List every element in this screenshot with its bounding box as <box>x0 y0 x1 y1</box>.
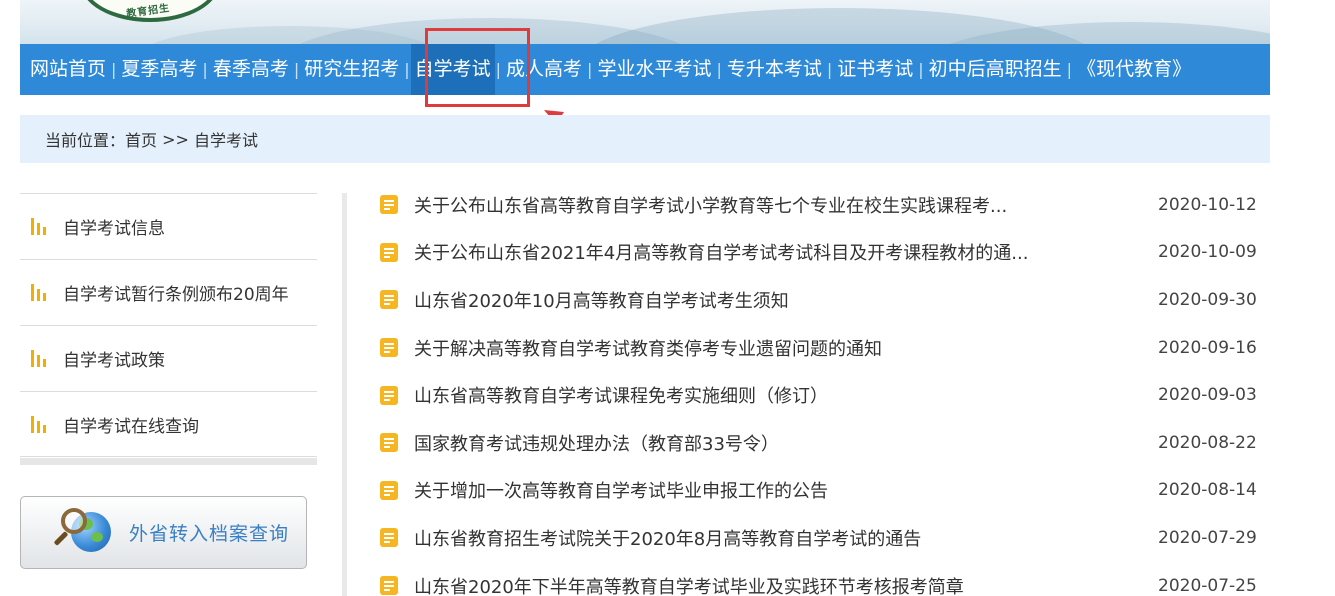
archive-query-label: 外省转入档案查询 <box>129 523 290 545</box>
nav-separator: | <box>495 60 502 79</box>
news-date: 2020-09-03 <box>1158 385 1257 406</box>
list-item[interactable]: 山东省2020年下半年高等教育自学考试毕业及实践环节考核报考简章 2020-07… <box>380 562 1260 596</box>
nav-separator: | <box>587 60 593 79</box>
nav-item-certificate-exam[interactable]: 证书考试 <box>833 44 917 95</box>
sidebar-item-label: 自学考试在线查询 <box>63 416 199 437</box>
list-item[interactable]: 关于公布山东省2021年4月高等教育自学考试考试科目及开考课程教材的通... 2… <box>380 229 1260 277</box>
news-date: 2020-09-30 <box>1158 289 1257 310</box>
news-title-link[interactable]: 山东省高等教育自学考试课程免考实施细则（修订） <box>414 382 1144 408</box>
news-title-link[interactable]: 国家教育考试违规处理办法（教育部33号令） <box>414 430 1144 456</box>
list-item[interactable]: 关于解决高等教育自学考试教育类停考专业遗留问题的通知 2020-09-16 <box>380 324 1260 372</box>
nav-item-spring-exam[interactable]: 春季高考 <box>209 44 293 95</box>
list-item[interactable]: 山东省2020年10月高等教育自学考试考生须知 2020-09-30 <box>380 276 1260 324</box>
nav-separator: | <box>918 60 924 79</box>
news-title-link[interactable]: 关于增加一次高等教育自学考试毕业申报工作的公告 <box>414 477 1144 503</box>
nav-separator: | <box>716 60 722 79</box>
list-item[interactable]: 山东省教育招生考试院关于2020年8月高等教育自学考试的通告 2020-07-2… <box>380 514 1260 562</box>
nav-separator: | <box>293 60 300 79</box>
globe-magnifier-icon <box>51 507 121 558</box>
bar-chart-icon <box>31 415 47 433</box>
bar-chart-icon <box>31 284 47 301</box>
document-icon <box>380 528 398 548</box>
news-title-link[interactable]: 关于公布山东省2021年4月高等教育自学考试考试科目及开考课程教材的通... <box>414 239 1144 265</box>
news-date: 2020-10-09 <box>1158 242 1257 263</box>
news-date: 2020-09-16 <box>1158 337 1257 358</box>
sidebar-item-label: 自学考试信息 <box>63 219 165 239</box>
news-date: 2020-07-25 <box>1158 575 1257 596</box>
nav-separator: | <box>111 60 117 79</box>
nav-item-summer-exam[interactable]: 夏季高考 <box>117 44 201 95</box>
document-icon <box>380 480 398 500</box>
news-title-link[interactable]: 关于公布山东省高等教育自学考试小学教育等七个专业在校生实践课程考... <box>414 192 1144 218</box>
news-date: 2020-08-22 <box>1158 432 1257 453</box>
sidebar-item-label: 自学考试暂行条例颁布20周年 <box>63 285 289 305</box>
document-icon <box>380 338 398 358</box>
sidebar-item-exam-info[interactable]: 自学考试信息 <box>20 193 317 259</box>
list-item[interactable]: 山东省高等教育自学考试课程免考实施细则（修订） 2020-09-03 <box>380 371 1260 419</box>
sidebar-item-regulations-anniversary[interactable]: 自学考试暂行条例颁布20周年 <box>20 259 317 325</box>
nav-item-self-study-exam[interactable]: 自学考试 <box>410 44 495 95</box>
bar-chart-icon <box>31 350 47 367</box>
document-icon <box>380 385 398 405</box>
nav-item-modern-education[interactable]: 《现代教育》 <box>1073 44 1195 95</box>
nav-item-proficiency-exam[interactable]: 学业水平考试 <box>593 44 715 95</box>
main-nav: 网站首页 | 夏季高考 | 春季高考 | 研究生招考 | 自学考试 | 成人高考… <box>20 44 1270 95</box>
news-title-link[interactable]: 关于解决高等教育自学考试教育类停考专业遗留问题的通知 <box>414 335 1144 361</box>
nav-item-upgrade-exam[interactable]: 专升本考试 <box>723 44 826 95</box>
news-title-link[interactable]: 山东省2020年下半年高等教育自学考试毕业及实践环节考核报考简章 <box>414 573 1144 596</box>
nav-item-graduate-exam[interactable]: 研究生招考 <box>300 44 403 95</box>
sidebar-menu: 自学考试信息 自学考试暂行条例颁布20周年 自学考试政策 自学考试在线查询 <box>20 193 317 457</box>
sidebar-divider <box>20 458 317 465</box>
sidebar-item-label: 自学考试政策 <box>63 351 165 371</box>
nav-separator: | <box>826 60 833 79</box>
document-icon <box>380 290 398 310</box>
news-list: 关于公布山东省高等教育自学考试小学教育等七个专业在校生实践课程考... 2020… <box>380 181 1260 596</box>
nav-item-vocational-enrollment[interactable]: 初中后高职招生 <box>925 44 1066 95</box>
nav-separator: | <box>202 60 208 79</box>
document-icon <box>380 576 398 596</box>
breadcrumb-separator: >> <box>157 129 195 149</box>
breadcrumb-prefix: 当前位置： <box>45 131 126 150</box>
news-date: 2020-07-29 <box>1158 527 1257 548</box>
nav-separator: | <box>1066 60 1073 79</box>
news-date: 2020-08-14 <box>1158 480 1257 501</box>
nav-item-adult-exam[interactable]: 成人高考 <box>502 44 586 95</box>
news-date: 2020-10-12 <box>1158 194 1257 215</box>
breadcrumb-home-link[interactable]: 首页 <box>125 127 157 151</box>
list-item[interactable]: 关于公布山东省高等教育自学考试小学教育等七个专业在校生实践课程考... 2020… <box>380 181 1260 229</box>
breadcrumb-current[interactable]: 自学考试 <box>194 127 258 151</box>
news-title-link[interactable]: 山东省2020年10月高等教育自学考试考生须知 <box>414 287 1144 313</box>
header-banner: 教育招生 <box>20 0 1270 44</box>
document-icon <box>380 433 398 453</box>
nav-item-home[interactable]: 网站首页 <box>26 44 110 95</box>
list-item[interactable]: 国家教育考试违规处理办法（教育部33号令） 2020-08-22 <box>380 419 1260 467</box>
content-divider <box>342 193 347 596</box>
archive-query-button[interactable]: 外省转入档案查询 <box>20 496 307 569</box>
document-icon <box>380 242 398 262</box>
bar-chart-icon <box>31 218 47 235</box>
document-icon <box>380 195 398 215</box>
nav-separator: | <box>404 60 410 79</box>
sidebar-item-exam-policy[interactable]: 自学考试政策 <box>20 325 317 391</box>
breadcrumb: 当前位置： 首页 >> 自学考试 <box>20 115 1270 163</box>
list-item[interactable]: 关于增加一次高等教育自学考试毕业申报工作的公告 2020-08-14 <box>380 467 1260 515</box>
sidebar-item-online-query[interactable]: 自学考试在线查询 <box>20 391 317 457</box>
news-title-link[interactable]: 山东省教育招生考试院关于2020年8月高等教育自学考试的通告 <box>414 525 1144 551</box>
